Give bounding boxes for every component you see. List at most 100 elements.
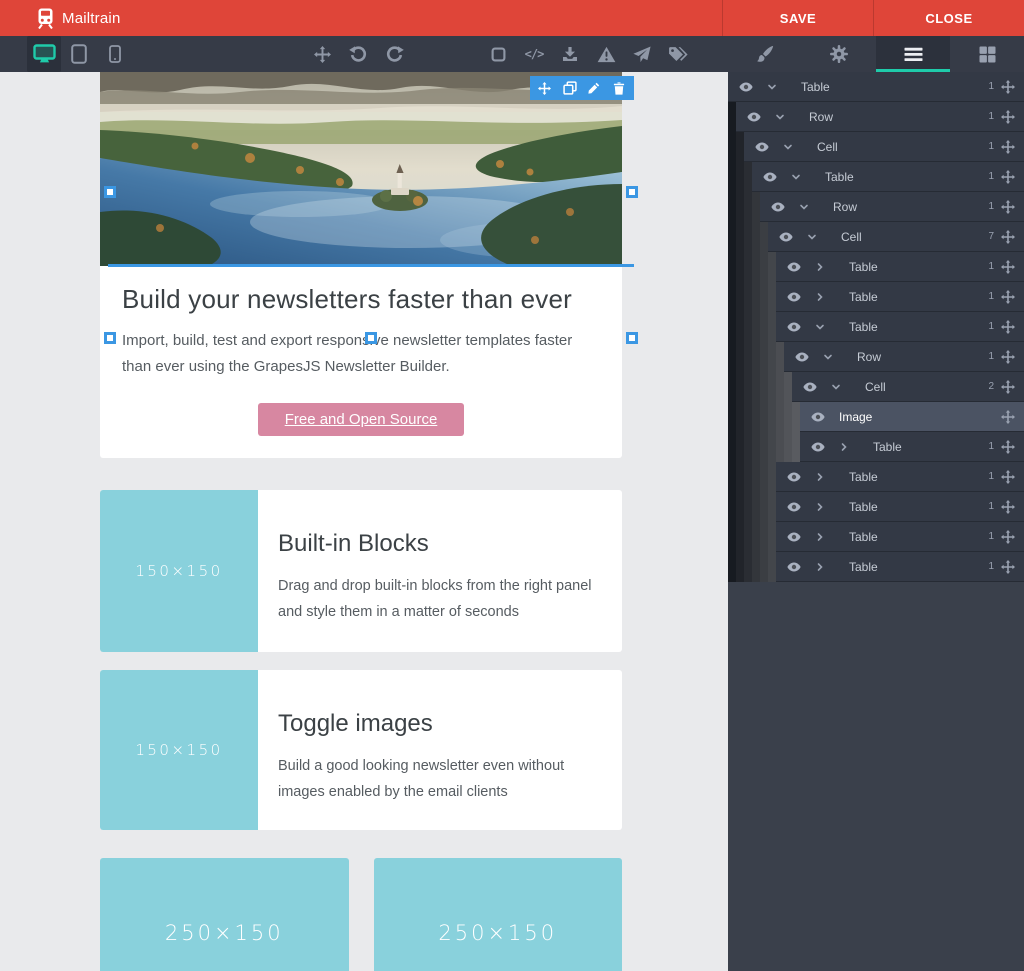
visibility-eye-icon[interactable] (810, 439, 826, 455)
chevron-down-icon[interactable] (767, 82, 777, 92)
chevron-right-icon[interactable] (815, 292, 825, 302)
layer-move-handle-icon[interactable] (1001, 170, 1015, 184)
visibility-eye-icon[interactable] (754, 139, 770, 155)
layer-row-cell[interactable]: Cell2 (792, 372, 1024, 402)
visibility-eye-icon[interactable] (786, 289, 802, 305)
placeholder-image-150[interactable]: 150×150 (100, 670, 258, 830)
redo-button[interactable] (376, 36, 412, 72)
selection-handle-bottom-right[interactable] (626, 332, 638, 344)
hero-image[interactable] (100, 72, 622, 266)
component-edit-pencil-button[interactable] (584, 78, 604, 98)
chevron-down-icon[interactable] (815, 322, 825, 332)
layer-row-table[interactable]: Table1 (776, 522, 1024, 552)
feature-paragraph[interactable]: Build a good looking newsletter even wit… (278, 754, 602, 806)
layer-move-handle-icon[interactable] (1001, 110, 1015, 124)
component-delete-trash-button[interactable] (609, 78, 629, 98)
visibility-eye-icon[interactable] (778, 229, 794, 245)
hero-heading[interactable]: Build your newsletters faster than ever (122, 266, 600, 315)
visibility-eye-icon[interactable] (786, 259, 802, 275)
visibility-eye-icon[interactable] (786, 469, 802, 485)
visibility-eye-icon[interactable] (762, 169, 778, 185)
chevron-down-icon[interactable] (823, 352, 833, 362)
tags-button[interactable] (660, 36, 696, 72)
chevron-right-icon[interactable] (815, 562, 825, 572)
placeholder-image-250[interactable]: 250×150 (374, 858, 623, 971)
visibility-eye-icon[interactable] (786, 319, 802, 335)
layer-move-handle-icon[interactable] (1001, 560, 1015, 574)
layer-move-handle-icon[interactable] (1001, 350, 1015, 364)
selection-handle-bottom-center[interactable] (365, 332, 377, 344)
layer-row-cell[interactable]: Cell1 (744, 132, 1024, 162)
toggle-borders-button[interactable] (480, 36, 516, 72)
device-tablet-button[interactable] (61, 36, 97, 72)
placeholder-image-250[interactable]: 250×150 (100, 858, 349, 971)
feature-card-built-in-blocks[interactable]: 150×150 Built-in Blocks Drag and drop bu… (100, 490, 622, 652)
layer-move-handle-icon[interactable] (1001, 410, 1015, 424)
layer-row-cell[interactable]: Cell7 (768, 222, 1024, 252)
selection-handle-middle-right[interactable] (626, 186, 638, 198)
device-mobile-button[interactable] (97, 36, 133, 72)
layer-move-handle-icon[interactable] (1001, 200, 1015, 214)
visibility-eye-icon[interactable] (746, 109, 762, 125)
layer-row-table[interactable]: Table1 (776, 312, 1024, 342)
visibility-eye-icon[interactable] (786, 559, 802, 575)
tab-style[interactable] (728, 36, 802, 72)
chevron-down-icon[interactable] (791, 172, 801, 182)
layer-move-handle-icon[interactable] (1001, 500, 1015, 514)
hero-paragraph[interactable]: Import, build, test and export responsiv… (122, 328, 600, 379)
chevron-right-icon[interactable] (815, 532, 825, 542)
visibility-eye-icon[interactable] (738, 79, 754, 95)
layer-row-row[interactable]: Row1 (784, 342, 1024, 372)
layer-row-table[interactable]: Table1 (776, 252, 1024, 282)
save-button[interactable]: SAVE (722, 0, 873, 36)
editor-canvas[interactable]: Build your newsletters faster than ever … (0, 72, 728, 971)
layer-row-table[interactable]: Table1 (752, 162, 1024, 192)
layer-row-row[interactable]: Row1 (760, 192, 1024, 222)
feature-card-toggle-images[interactable]: 150×150 Toggle images Build a good looki… (100, 670, 622, 830)
layer-move-handle-icon[interactable] (1001, 80, 1015, 94)
layer-row-table[interactable]: Table1 (776, 282, 1024, 312)
chevron-right-icon[interactable] (815, 502, 825, 512)
layer-move-handle-icon[interactable] (1001, 530, 1015, 544)
layer-row-table[interactable]: Table1 (728, 72, 1024, 102)
layer-row-image[interactable]: Image (800, 402, 1024, 432)
hero-text-section[interactable]: Build your newsletters faster than ever … (100, 266, 622, 458)
layer-move-handle-icon[interactable] (1001, 230, 1015, 244)
move-component-button[interactable] (304, 36, 340, 72)
layer-move-handle-icon[interactable] (1001, 440, 1015, 454)
chevron-down-icon[interactable] (831, 382, 841, 392)
free-open-source-button[interactable]: Free and Open Source (258, 403, 465, 436)
close-button[interactable]: CLOSE (873, 0, 1024, 36)
chevron-right-icon[interactable] (815, 262, 825, 272)
component-copy-button[interactable] (560, 78, 580, 98)
tab-layers[interactable] (876, 36, 950, 72)
chevron-down-icon[interactable] (807, 232, 817, 242)
component-move-button[interactable] (535, 78, 555, 98)
tab-settings[interactable] (802, 36, 876, 72)
selection-handle-middle-left[interactable] (104, 186, 116, 198)
visibility-eye-icon[interactable] (794, 349, 810, 365)
layer-move-handle-icon[interactable] (1001, 260, 1015, 274)
visibility-eye-icon[interactable] (802, 379, 818, 395)
device-desktop-button[interactable] (27, 36, 61, 72)
feature-heading[interactable]: Built-in Blocks (278, 530, 602, 558)
undo-button[interactable] (340, 36, 376, 72)
send-test-button[interactable] (624, 36, 660, 72)
visibility-eye-icon[interactable] (786, 529, 802, 545)
layer-row-row[interactable]: Row1 (736, 102, 1024, 132)
layer-move-handle-icon[interactable] (1001, 470, 1015, 484)
layer-move-handle-icon[interactable] (1001, 380, 1015, 394)
feature-paragraph[interactable]: Drag and drop built-in blocks from the r… (278, 574, 602, 626)
visibility-eye-icon[interactable] (786, 499, 802, 515)
layer-move-handle-icon[interactable] (1001, 320, 1015, 334)
layer-row-table[interactable]: Table1 (776, 492, 1024, 522)
tab-blocks[interactable] (950, 36, 1024, 72)
chevron-down-icon[interactable] (775, 112, 785, 122)
chevron-down-icon[interactable] (799, 202, 809, 212)
layer-move-handle-icon[interactable] (1001, 290, 1015, 304)
layer-row-table[interactable]: Table1 (800, 432, 1024, 462)
chevron-right-icon[interactable] (839, 442, 849, 452)
feature-heading[interactable]: Toggle images (278, 710, 602, 738)
import-template-button[interactable] (552, 36, 588, 72)
layer-move-handle-icon[interactable] (1001, 140, 1015, 154)
